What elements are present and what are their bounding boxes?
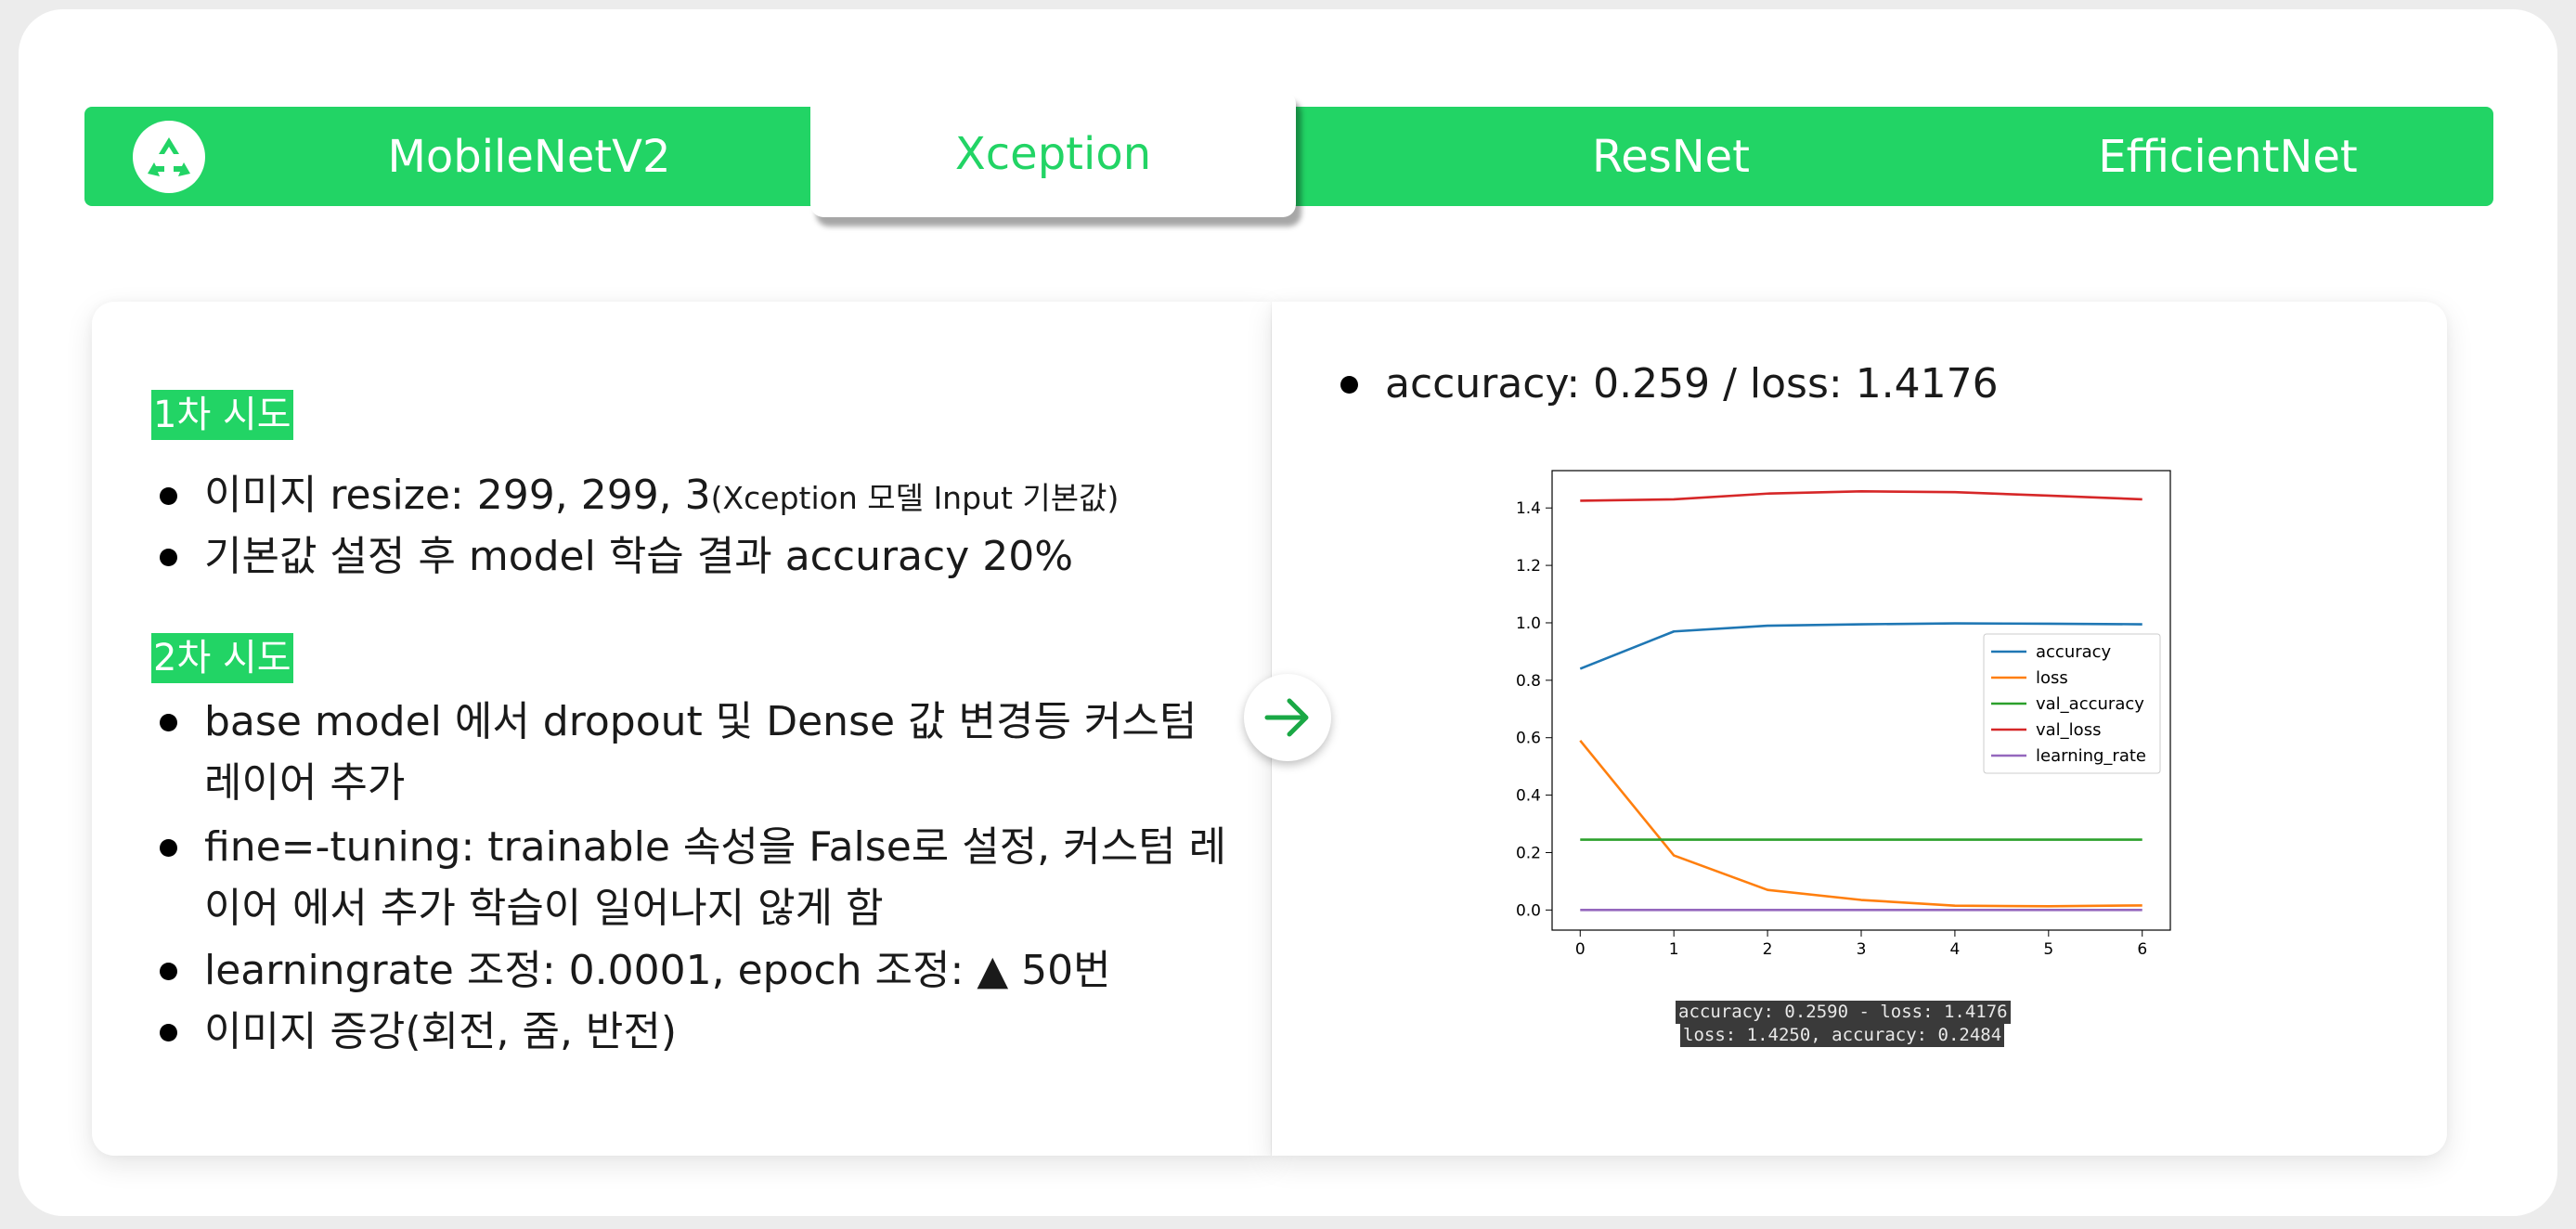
trial2-bullet-3: learningrate 조정: 0.0001, epoch 조정: ▲ 50번 xyxy=(160,940,1111,1002)
trial2-bullet-2: fine=-tuning: trainable 속성을 False로 설정, 커… xyxy=(159,817,1227,939)
y-tick-label: 1.2 xyxy=(1516,557,1541,576)
y-tick-label: 0.8 xyxy=(1516,672,1541,691)
trial2-bullet-2-line-2: 이어 에서 추가 학습이 일어나지 않게 함 xyxy=(204,885,884,932)
legend-label: learning_rate xyxy=(2036,746,2146,766)
trial1-bullet-2: 기본값 설정 후 model 학습 결과 accuracy 20% xyxy=(159,526,1073,588)
x-tick-label: 6 xyxy=(2137,940,2147,959)
arrow-right-icon[interactable] xyxy=(1244,674,1331,761)
result-summary: accuracy: 0.259 / loss: 1.4176 xyxy=(1340,354,1999,415)
tab-xception[interactable]: Xception xyxy=(810,91,1296,217)
legend-label: accuracy xyxy=(2036,642,2112,662)
trial1-bullet-1: 이미지 resize: 299, 299, 3(Xception 모델 Inpu… xyxy=(159,465,1120,529)
x-tick-label: 0 xyxy=(1575,940,1586,959)
trial2-bullet-1: base model 에서 dropout 및 Dense 값 변경등 커스텀레… xyxy=(159,692,1197,814)
training-history-chart: 0 1 2 3 4 5 6 0.0 0.2 0.4 0.6 0.8 1.0 1.2 1.4 accuracy l… xyxy=(1516,470,2171,959)
x-tick-label: 3 xyxy=(1857,940,1867,959)
console-line-2: loss: 1.4250, accuracy: 0.2484 xyxy=(1680,1024,2005,1047)
y-tick-label: 1.4 xyxy=(1516,499,1541,518)
trial1-bullet-1-note: (Xception 모델 Input 기본값) xyxy=(710,480,1120,516)
trial2-bullet-1-line-2: 레이어 추가 xyxy=(204,759,406,807)
trial2-heading: 2차 시도 xyxy=(151,633,293,683)
legend-label: val_accuracy xyxy=(2036,694,2144,714)
x-tick-label: 1 xyxy=(1669,940,1679,959)
recycle-icon xyxy=(133,121,205,193)
legend-label: loss xyxy=(2036,668,2068,688)
y-tick-label: 0.4 xyxy=(1516,787,1541,806)
trial1-bullet-1-text: 이미지 resize: 299, 299, 3 xyxy=(204,472,711,519)
y-tick-label: 0.0 xyxy=(1516,901,1541,920)
trial1-heading: 1차 시도 xyxy=(151,390,293,440)
legend-label: val_loss xyxy=(2036,720,2101,740)
x-tick-label: 2 xyxy=(1763,940,1773,959)
tab-efficientnet[interactable]: EfficientNet xyxy=(2024,107,2432,206)
y-tick-label: 0.2 xyxy=(1516,844,1541,862)
x-tick-label: 4 xyxy=(1949,940,1960,959)
trial2-bullet-4: 이미지 증강(회전, 줌, 반전) xyxy=(159,1002,677,1063)
console-line-1: accuracy: 0.2590 - loss: 1.4176 xyxy=(1676,1001,2011,1024)
tab-resnet[interactable]: ResNet xyxy=(1467,107,1875,206)
trial2-bullet-1-line-1: base model 에서 dropout 및 Dense 값 변경등 커스텀 xyxy=(204,698,1197,745)
y-tick-label: 0.6 xyxy=(1516,730,1541,748)
tab-mobilenetv2[interactable]: MobileNetV2 xyxy=(269,107,789,206)
x-tick-label: 5 xyxy=(2043,940,2053,959)
trial2-bullet-2-line-1: fine=-tuning: trainable 속성을 False로 설정, 커… xyxy=(204,823,1227,871)
y-tick-label: 1.0 xyxy=(1516,614,1541,633)
